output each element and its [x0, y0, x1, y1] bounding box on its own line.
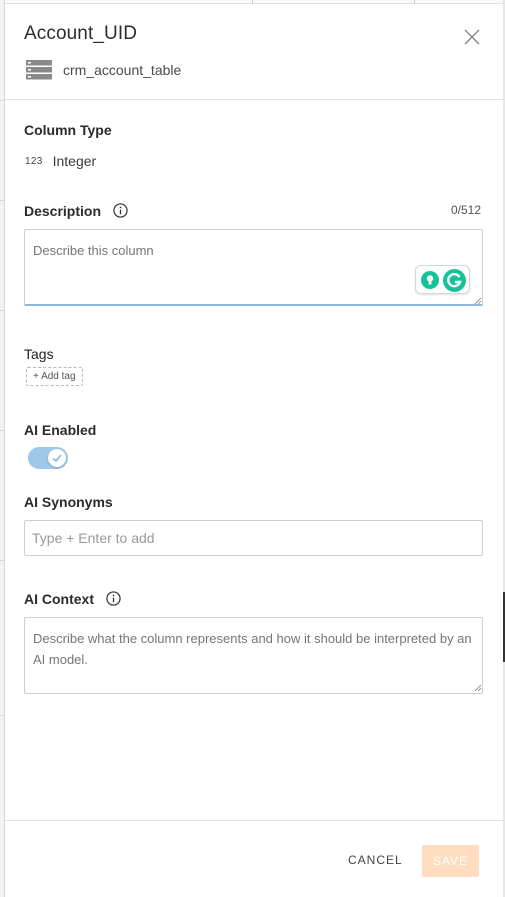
panel-header: Account_UID crm_account_table [5, 4, 503, 100]
tags-label: Tags [24, 346, 54, 362]
integer-type-icon: 123 [25, 155, 43, 167]
ai-enabled-toggle[interactable] [28, 447, 68, 469]
page: Account_UID crm_account_table Column Typ… [0, 0, 505, 897]
ai-synonyms-input[interactable] [24, 520, 483, 556]
column-type-label: Column Type [24, 122, 112, 138]
table-name: crm_account_table [63, 62, 182, 78]
description-char-counter: 0/512 [451, 203, 482, 217]
table-reference: crm_account_table [26, 59, 181, 81]
lightbulb-icon[interactable] [421, 271, 439, 289]
cancel-button[interactable]: CANCEL [342, 847, 409, 873]
toggle-knob [48, 449, 66, 467]
ai-context-textarea[interactable] [24, 617, 483, 694]
resize-grip-icon[interactable] [474, 684, 482, 692]
info-icon[interactable] [106, 591, 121, 606]
description-label-row: Description [24, 203, 128, 219]
column-type-value: Integer [52, 153, 97, 169]
description-label: Description [24, 203, 102, 219]
close-icon [464, 29, 480, 45]
resize-grip-icon[interactable] [474, 297, 482, 305]
ai-context-label-row: AI Context [24, 591, 121, 607]
column-details-panel: Account_UID crm_account_table Column Typ… [5, 4, 503, 897]
add-tag-button[interactable]: + Add tag [26, 367, 83, 386]
grammarly-widget[interactable] [415, 265, 470, 294]
ai-context-label: AI Context [24, 591, 94, 607]
close-button[interactable] [462, 27, 482, 47]
grammarly-logo-icon[interactable] [443, 269, 466, 292]
database-table-icon [26, 60, 52, 80]
ai-enabled-label: AI Enabled [24, 422, 97, 438]
save-button[interactable]: SAVE [422, 845, 479, 877]
column-type-value-row: 123 Integer [25, 153, 96, 169]
panel-footer: CANCEL SAVE [5, 820, 503, 897]
ai-synonyms-label: AI Synonyms [24, 494, 113, 510]
description-textarea[interactable] [24, 229, 483, 306]
checkmark-icon [52, 454, 62, 463]
tags-label-text: Tags [24, 346, 54, 362]
panel-title: Account_UID [24, 23, 138, 44]
info-icon[interactable] [113, 203, 128, 218]
